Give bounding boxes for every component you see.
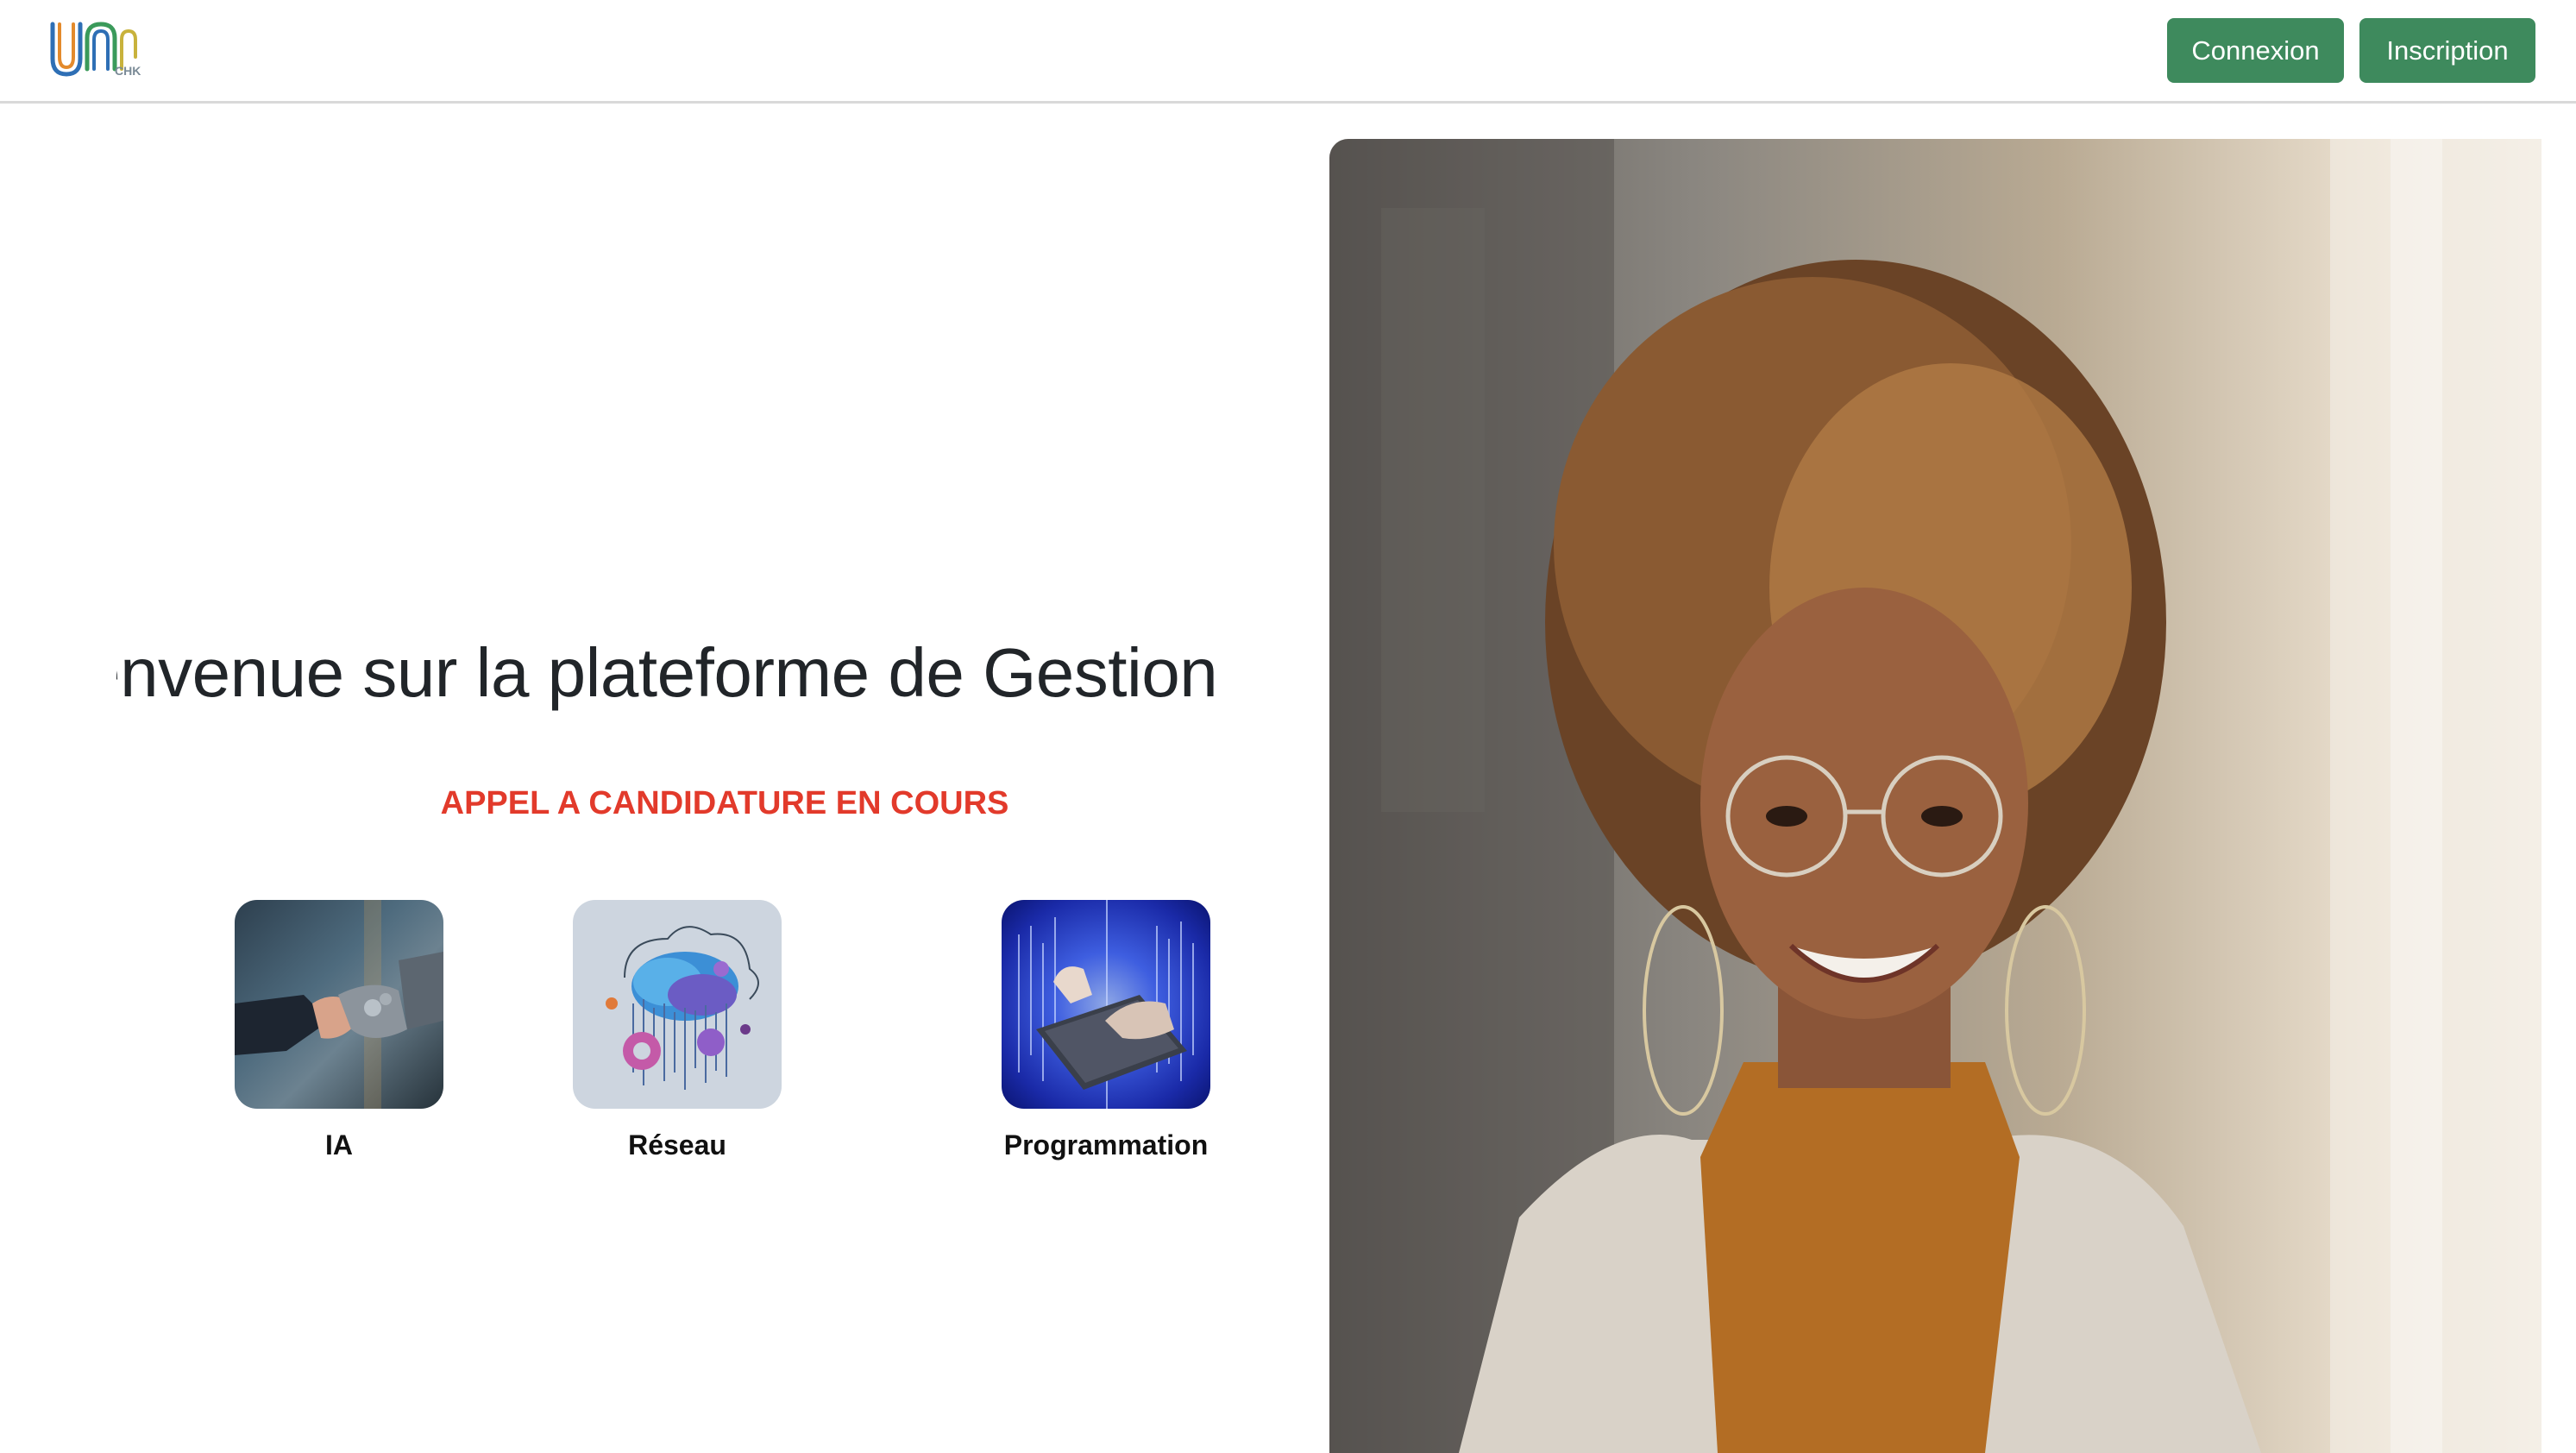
programming-keyboard-image [1002, 900, 1210, 1109]
domain-card-ia[interactable]: IA [235, 900, 443, 1161]
welcome-marquee: Bienvenue sur la plateforme de Gestion d… [116, 630, 1235, 716]
network-cloud-image [573, 900, 782, 1109]
domain-label-programmation: Programmation [1003, 1129, 1209, 1161]
domain-card-programmation[interactable]: Programmation [1002, 900, 1210, 1161]
navbar: CHK Connexion Inscription [0, 0, 2576, 104]
logo-text: CHK [115, 64, 141, 78]
domain-label-ia: IA [325, 1129, 353, 1161]
ai-handshake-image [235, 900, 443, 1109]
welcome-text: Bienvenue sur la plateforme de Gestion d… [116, 634, 1235, 711]
hero-portrait-image [1329, 139, 2541, 1453]
login-button[interactable]: Connexion [2167, 18, 2344, 83]
brand-logo[interactable]: CHK [47, 19, 142, 83]
domain-label-reseau: Réseau [628, 1129, 726, 1161]
signup-button[interactable]: Inscription [2359, 18, 2535, 83]
call-for-applications: APPEL A CANDIDATURE EN COURS [440, 785, 1009, 821]
domain-card-reseau[interactable]: Réseau [573, 900, 782, 1161]
